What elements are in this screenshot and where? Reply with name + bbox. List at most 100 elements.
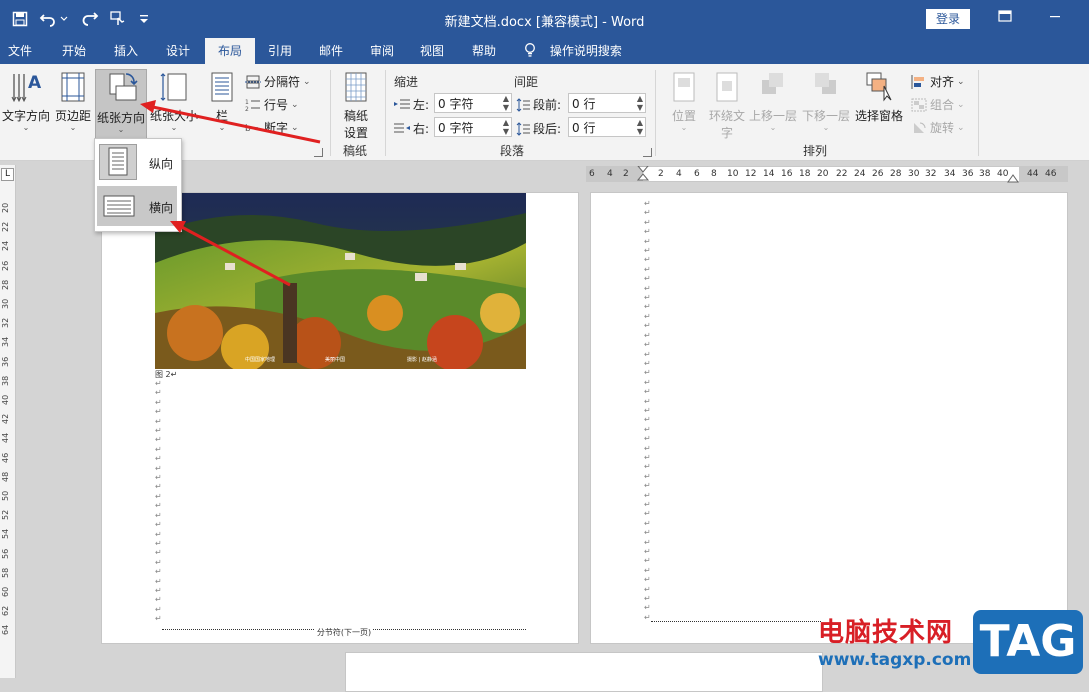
line-numbers-label: 行号 bbox=[264, 98, 289, 112]
spacing-after-input[interactable]: 0 行 ▲ ▼ bbox=[568, 117, 646, 137]
indent-left-value: 0 字符 bbox=[438, 97, 474, 111]
vertical-ruler-tick: 54 bbox=[1, 529, 10, 540]
vertical-ruler-tick: 36 bbox=[1, 356, 10, 367]
horizontal-ruler-tick: 6 bbox=[589, 169, 595, 179]
chevron-down-icon: ⌄ bbox=[822, 123, 830, 132]
section-break: 分节符(下一页) bbox=[162, 628, 526, 638]
tab-review[interactable]: 审阅 bbox=[360, 38, 404, 64]
line-numbers-button[interactable]: 12 行号 ⌄ bbox=[245, 96, 299, 113]
menu-item-landscape[interactable]: 横向 bbox=[97, 186, 177, 226]
document-page-2[interactable]: ↵ ↵ ↵ ↵ ↵ ↵ ↵ ↵ ↵ ↵ ↵ ↵ ↵ ↵ ↵ ↵ ↵ ↵ ↵ ↵ ↵ ↵ ↵ ↵ ↵ ↵ ↵ ↵ ↵ ↵ ↵ ↵ ↵ ↵ ↵ ↵ ↵ ↵ ↵ ↵… bbox=[590, 192, 1068, 644]
horizontal-ruler-tick: 2 bbox=[658, 169, 664, 179]
tab-references[interactable]: 引用 bbox=[258, 38, 302, 64]
vertical-ruler-tick: 22 bbox=[1, 222, 10, 233]
horizontal-ruler-tick: 6 bbox=[694, 169, 700, 179]
page-setup-launcher-icon[interactable] bbox=[314, 148, 323, 157]
selection-pane-icon bbox=[866, 72, 892, 102]
tab-home[interactable]: 开始 bbox=[52, 38, 96, 64]
horizontal-ruler-tick: 38 bbox=[979, 169, 991, 179]
group-separator bbox=[330, 70, 331, 156]
margins-button[interactable]: 页边距 ⌄ bbox=[52, 70, 94, 136]
horizontal-ruler-tick: 46 bbox=[1045, 169, 1057, 179]
login-button[interactable]: 登录 bbox=[926, 9, 970, 29]
tab-design[interactable]: 设计 bbox=[156, 38, 200, 64]
horizontal-ruler-tick: 20 bbox=[817, 169, 829, 179]
chevron-down-icon: ⌄ bbox=[170, 123, 178, 132]
vertical-ruler-tick: 30 bbox=[1, 298, 10, 309]
align-button[interactable]: 对齐 ⌄ bbox=[911, 73, 965, 90]
bring-forward-button[interactable]: 上移一层 ⌄ bbox=[748, 70, 798, 140]
paragraph-launcher-icon[interactable] bbox=[643, 148, 652, 157]
document-page-3[interactable] bbox=[345, 652, 823, 692]
group-button[interactable]: 组合 ⌄ bbox=[911, 96, 965, 113]
breaks-button[interactable]: 分隔符 ⌄ bbox=[245, 73, 311, 90]
ribbon-display-icon[interactable] bbox=[990, 8, 1020, 28]
spinner-arrows-icon[interactable]: ▲ ▼ bbox=[503, 94, 509, 112]
tab-help[interactable]: 帮助 bbox=[462, 38, 506, 64]
position-button[interactable]: 位置 ⌄ bbox=[664, 70, 704, 140]
spacing-after-value: 0 行 bbox=[572, 121, 596, 135]
svg-text:A: A bbox=[28, 73, 42, 93]
minimize-icon[interactable] bbox=[1040, 8, 1070, 28]
ribbon-tab-bar: 文件 开始 插入 设计 布局 引用 邮件 审阅 视图 帮助 操作说明搜索 bbox=[0, 38, 1089, 64]
indent-header: 缩进 bbox=[394, 75, 419, 89]
chevron-down-icon: ⌄ bbox=[291, 99, 299, 110]
vertical-ruler-tick: 60 bbox=[1, 586, 10, 597]
size-button[interactable]: 纸张大小 ⌄ bbox=[148, 70, 200, 136]
orientation-label: 纸张方向 bbox=[96, 111, 145, 125]
tab-insert[interactable]: 插入 bbox=[104, 38, 148, 64]
spinner-arrows-icon[interactable]: ▲ ▼ bbox=[503, 118, 509, 136]
margins-icon bbox=[61, 72, 85, 102]
chevron-down-icon: ⌄ bbox=[303, 76, 311, 87]
indent-right-value: 0 字符 bbox=[438, 121, 474, 135]
chevron-down-icon: ⌄ bbox=[769, 123, 777, 132]
vertical-ruler[interactable]: 20 22 24 26 28 30 32 34 36 38 40 42 44 46 48 50 52 54 56 58… bbox=[0, 165, 16, 678]
spinner-arrows-icon[interactable]: ▲ ▼ bbox=[637, 118, 643, 136]
tab-selector-icon[interactable]: L bbox=[1, 168, 14, 181]
indent-right-label: 右: bbox=[413, 122, 430, 136]
tell-me-search[interactable]: 操作说明搜索 bbox=[524, 38, 622, 64]
chevron-down-icon: ⌄ bbox=[957, 76, 965, 87]
spinner-arrows-icon[interactable]: ▲ ▼ bbox=[637, 94, 643, 112]
menu-item-portrait[interactable]: 纵向 bbox=[97, 142, 177, 182]
vertical-ruler-tick: 46 bbox=[1, 452, 10, 463]
document-page-1[interactable]: 中国国家地理 美丽中国 摄影 | 赵静涵 图 2↵ ↵ ↵ ↵ ↵ ↵ ↵ ↵ ↵ ↵ ↵ ↵ ↵ ↵ ↵… bbox=[101, 192, 579, 644]
tab-file[interactable]: 文件 bbox=[0, 38, 40, 64]
horizontal-ruler[interactable]: 6 4 2 2 4 6 8 10 12 14 16 18 20 22 24 26 28 30 32 34 36 38 40 4… bbox=[586, 166, 1068, 184]
spacing-before-input[interactable]: 0 行 ▲ ▼ bbox=[568, 93, 646, 113]
group-label: 组合 bbox=[930, 98, 955, 112]
landscape-photo[interactable]: 中国国家地理 美丽中国 摄影 | 赵静涵 bbox=[155, 193, 526, 369]
send-backward-label: 下移一层 bbox=[801, 109, 850, 123]
indent-left-input[interactable]: 0 字符 ▲ ▼ bbox=[434, 93, 512, 113]
horizontal-ruler-tick: 30 bbox=[908, 169, 920, 179]
wrap-text-button[interactable]: 环绕文 字 bbox=[706, 70, 748, 140]
horizontal-ruler-tick: 2 bbox=[623, 169, 629, 179]
rotate-icon bbox=[914, 122, 926, 133]
orientation-button[interactable]: 纸张方向 ⌄ bbox=[95, 69, 147, 139]
indent-right-input[interactable]: 0 字符 ▲ ▼ bbox=[434, 117, 512, 137]
selection-pane-label: 选择窗格 bbox=[854, 109, 903, 123]
watermark-url: www.tagxp.com bbox=[818, 650, 972, 670]
columns-button[interactable]: 栏 ⌄ bbox=[204, 70, 240, 136]
right-indent-marker-icon[interactable] bbox=[1007, 173, 1019, 183]
text-direction-button[interactable]: A 文字方向 ⌄ bbox=[2, 70, 50, 136]
tab-mailings[interactable]: 邮件 bbox=[309, 38, 353, 64]
align-icon bbox=[911, 74, 924, 89]
tab-view[interactable]: 视图 bbox=[410, 38, 454, 64]
hyphenation-button[interactable]: b 断字 ⌄ bbox=[245, 119, 299, 136]
paragraph-group-label: 段落 bbox=[500, 144, 525, 158]
margins-label: 页边距 bbox=[54, 109, 91, 123]
title-bar: 新建文档.docx [兼容模式] - Word 登录 bbox=[0, 0, 1089, 38]
hyphenation-icon: b bbox=[245, 124, 258, 134]
rotate-button[interactable]: 旋转 ⌄ bbox=[911, 119, 965, 136]
send-backward-button[interactable]: 下移一层 ⌄ bbox=[800, 70, 852, 140]
vertical-ruler-tick: 48 bbox=[1, 471, 10, 482]
tab-layout[interactable]: 布局 bbox=[205, 38, 255, 64]
hyphenation-label: 断字 bbox=[264, 121, 289, 135]
indent-marker-icon[interactable] bbox=[637, 166, 649, 184]
landscape-page-icon bbox=[103, 195, 135, 217]
horizontal-ruler-tick: 16 bbox=[781, 169, 793, 179]
vertical-ruler-tick: 40 bbox=[1, 394, 10, 405]
manuscript-settings-button[interactable]: 稿纸 设置 bbox=[338, 70, 374, 140]
selection-pane-button[interactable]: 选择窗格 bbox=[853, 70, 905, 140]
